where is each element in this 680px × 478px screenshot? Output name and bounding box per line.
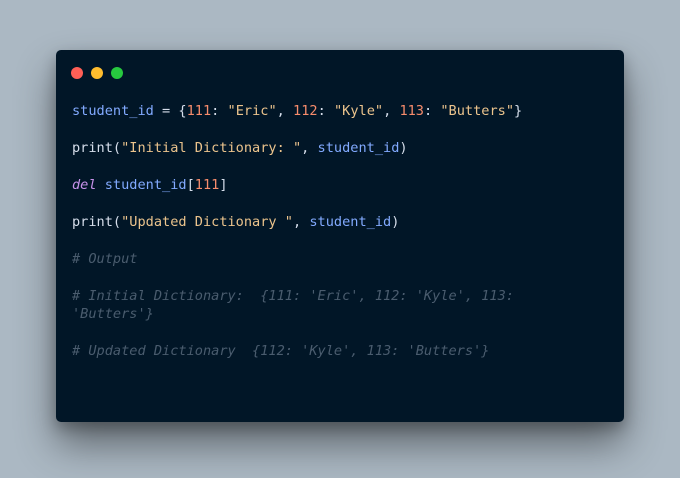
variable-token: student_id — [309, 214, 392, 230]
string-token: "Kyle" — [333, 103, 384, 119]
comment-output-header: # Output — [72, 251, 138, 267]
bracket-token: [ — [186, 177, 195, 193]
close-dot-icon[interactable] — [71, 67, 83, 79]
keyword-token: del — [72, 177, 97, 193]
colon-token: : — [424, 103, 441, 119]
minimize-dot-icon[interactable] — [91, 67, 103, 79]
string-token: "Eric" — [227, 103, 277, 119]
comment-updated-dictionary: # Updated Dictionary {112: 'Kyle', 113: … — [72, 343, 490, 359]
colon-token: : — [317, 103, 334, 119]
comment-initial-dictionary: # Initial Dictionary: {111: 'Eric', 112:… — [72, 288, 523, 322]
number-token: 111 — [194, 177, 220, 193]
function-token: print — [72, 140, 113, 156]
colon-token: : — [211, 103, 228, 119]
variable-token: student_id — [72, 103, 154, 119]
comma-token: , — [292, 214, 310, 230]
code-line-print-initial: print("Initial Dictionary: ", student_id… — [72, 139, 592, 157]
code-line-print-updated: print("Updated Dictionary ", student_id) — [72, 213, 592, 231]
function-token: print — [72, 214, 113, 230]
brace-token: } — [514, 103, 523, 119]
string-token: "Butters" — [440, 103, 515, 119]
variable-token: student_id — [317, 140, 400, 156]
code-line-del: del student_id[111] — [72, 176, 592, 194]
code-block: student_id = {111: "Eric", 112: "Kyle", … — [72, 102, 592, 360]
variable-token: student_id — [104, 177, 187, 193]
string-token: "Updated Dictionary " — [121, 214, 293, 230]
string-token: "Initial Dictionary: " — [121, 140, 302, 156]
number-token: 113 — [399, 103, 424, 119]
number-token: 111 — [186, 103, 212, 119]
bracket-token: ] — [219, 177, 228, 193]
number-token: 112 — [293, 103, 318, 119]
comma-token: , — [383, 103, 400, 119]
code-window: student_id = {111: "Eric", 112: "Kyle", … — [56, 50, 624, 422]
comma-token: , — [301, 140, 318, 156]
paren-token: ( — [112, 140, 122, 156]
comma-token: , — [276, 103, 294, 119]
paren-token: ( — [112, 214, 122, 230]
operator-token: = { — [153, 103, 187, 119]
paren-token: ) — [399, 140, 408, 156]
code-line-dict-assignment: student_id = {111: "Eric", 112: "Kyle", … — [72, 102, 592, 120]
paren-token: ) — [391, 214, 400, 230]
zoom-dot-icon[interactable] — [111, 67, 123, 79]
